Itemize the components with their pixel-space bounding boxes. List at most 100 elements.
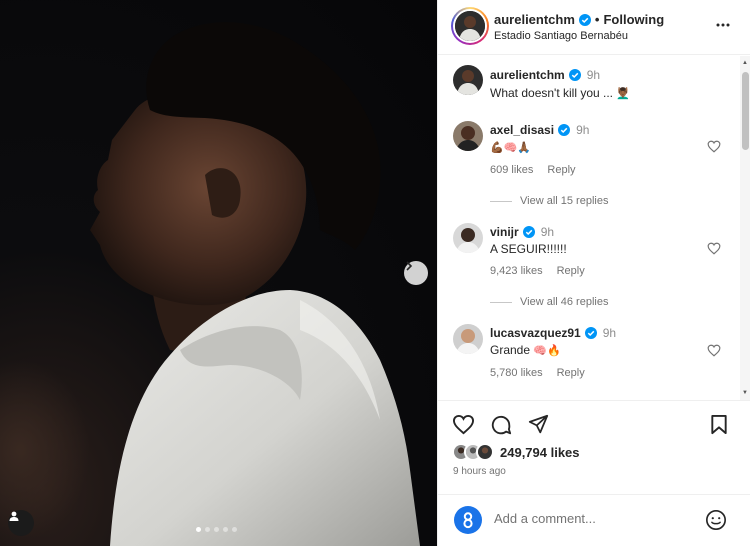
comment-time[interactable]: 9h [541,225,554,239]
comment-avatar[interactable] [453,324,483,354]
post-location[interactable]: Estadio Santiago Bernabéu [494,30,628,42]
tagged-users-button[interactable] [8,510,34,536]
divider [490,200,512,202]
likes-count[interactable]: 249,794 likes [500,445,580,460]
comment-time[interactable]: 9h [587,68,600,82]
separator-dot: • [594,12,600,27]
comment-likes[interactable]: 9,423 likes [490,265,543,277]
extension-logo-icon[interactable] [454,506,482,534]
carousel-dot [214,527,219,532]
comment-emoji: 💪🏾🧠🙏🏾 [490,141,532,154]
comment-time[interactable]: 9h [576,123,589,137]
share-icon [528,414,549,434]
likes-summary[interactable]: 249,794 likes [452,443,580,461]
comment-username-row: aurelientchm 9h [490,68,600,82]
comment-text: What doesn't kill you ... 💆🏾‍♂️ [490,86,630,100]
comment-text-body: What doesn't kill you ... [490,86,617,100]
comment-likes[interactable]: 609 likes [490,164,533,176]
liker-avatar [476,443,494,461]
reply-button[interactable]: Reply [557,367,585,379]
add-comment-bar [438,494,750,546]
user-tag-icon [9,511,19,521]
post-image[interactable] [0,0,437,546]
reply-button[interactable]: Reply [557,265,585,277]
comment-emoji: 🧠🔥 [533,344,561,357]
comment-username[interactable]: lucasvazquez91 [490,326,581,340]
comment-time[interactable]: 9h [603,326,616,340]
verified-badge-icon [578,13,591,26]
comment-text: 💪🏾🧠🙏🏾 [490,140,531,154]
comment-username-row: vinijr 9h [490,225,554,239]
heart-icon [707,344,721,357]
post-actions: 249,794 likes 9 hours ago [438,400,750,500]
scroll-up-arrow[interactable]: ▲ [742,60,748,66]
like-button[interactable] [452,414,475,440]
following-button[interactable]: Following [603,12,664,27]
comment-avatar[interactable] [453,65,483,95]
avatar-photo [453,65,483,95]
view-replies-button[interactable]: View all 46 replies [490,296,608,308]
carousel-dot [223,527,228,532]
heart-icon [452,414,475,435]
chevron-right-icon [406,261,413,271]
like-comment-button[interactable] [707,140,721,158]
comment-button[interactable] [490,414,512,441]
post-timestamp[interactable]: 9 hours ago [453,466,506,477]
comment-emoji: 💆🏾‍♂️ [616,87,631,100]
verified-badge-icon [584,327,597,339]
author-line: aurelientchm • Following [494,12,664,27]
comment-meta: 609 likes Reply [490,164,576,176]
more-options-icon [716,23,730,27]
carousel-next-button[interactable] [404,261,428,285]
scroll-down-arrow[interactable]: ▼ [742,390,748,396]
divider [490,301,512,303]
author-username[interactable]: aurelientchm [494,12,575,27]
comment-text: Grande 🧠🔥 [490,343,561,357]
carousel-dot [196,527,201,532]
verified-badge-icon [522,226,535,238]
view-replies-label: View all 46 replies [520,296,609,308]
verified-badge-icon [568,69,581,81]
scroll-thumb[interactable] [742,72,749,150]
emoji-icon [706,510,726,530]
comment-icon [491,415,512,435]
comment-username[interactable]: aurelientchm [490,68,565,82]
avatar-photo [453,324,483,354]
eight-logo-icon [463,512,473,529]
verified-badge-icon [558,124,571,136]
post-header: aurelientchm • Following Estadio Santiag… [438,0,750,55]
carousel-indicator [196,527,237,532]
comment-username[interactable]: vinijr [490,225,519,239]
carousel-dot [232,527,237,532]
carousel-dot [205,527,210,532]
comment-likes[interactable]: 5,780 likes [490,367,543,379]
comment-meta: 9,423 likes Reply [490,265,585,277]
more-options-button[interactable] [715,17,731,38]
comment-text-body: Grande [490,343,534,357]
view-replies-label: View all 15 replies [520,195,609,207]
avatar-photo [453,223,483,253]
like-comment-button[interactable] [707,344,721,362]
player-photo [0,22,420,546]
comment-avatar[interactable] [453,223,483,253]
post-side-panel: aurelientchm • Following Estadio Santiag… [437,0,750,546]
comment-text: A SEGUIR!!!!!! [490,242,567,256]
heart-icon [707,242,721,255]
author-avatar[interactable] [451,7,489,45]
save-button[interactable] [710,414,728,440]
share-button[interactable] [528,414,549,440]
avatar-photo [453,121,483,151]
comment-username-row: lucasvazquez91 9h [490,326,616,340]
comment-username-row: axel_disasi 9h [490,123,589,137]
comment-avatar[interactable] [453,121,483,151]
like-comment-button[interactable] [707,242,721,260]
comment-input[interactable] [494,511,694,526]
view-replies-button[interactable]: View all 15 replies [490,195,608,207]
comment-username[interactable]: axel_disasi [490,123,554,137]
comments-list[interactable]: aurelientchm 9h What doesn't kill you ..… [438,56,750,400]
comments-scrollbar[interactable]: ▲ ▼ [740,56,750,400]
emoji-picker-button[interactable] [705,509,727,536]
heart-icon [707,140,721,153]
reply-button[interactable]: Reply [547,164,575,176]
avatar-photo [455,11,485,41]
